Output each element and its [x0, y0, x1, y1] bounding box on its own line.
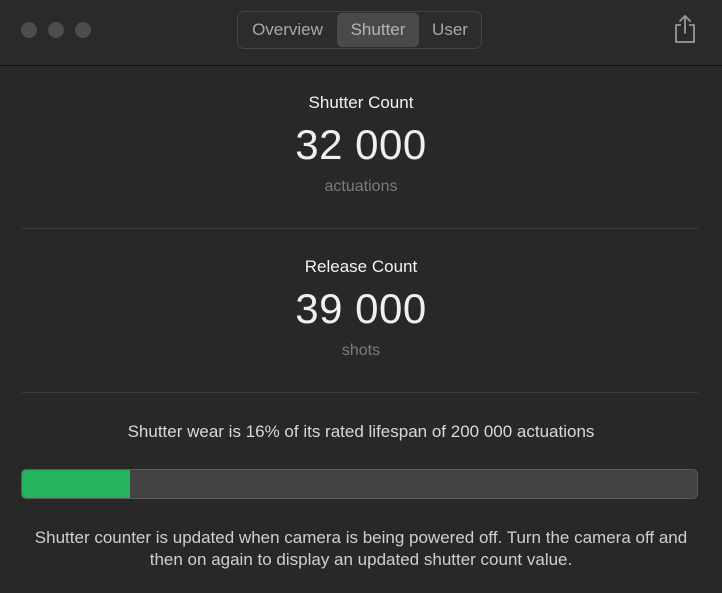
shutter-count-label: Shutter Count — [308, 93, 414, 112]
zoom-window-button[interactable] — [75, 22, 91, 38]
share-icon — [675, 15, 695, 43]
tab-user[interactable]: User — [419, 12, 481, 48]
shutter-wear-progress-bar — [21, 469, 698, 499]
tab-selector: Overview Shutter User — [237, 11, 482, 49]
shutter-counter-note: Shutter counter is updated when camera i… — [34, 528, 688, 569]
tab-shutter[interactable]: Shutter — [337, 13, 419, 47]
shutter-wear-text: Shutter wear is 16% of its rated lifespa… — [127, 422, 595, 441]
shutter-count-value: 32 000 — [295, 121, 427, 168]
divider — [22, 228, 698, 229]
close-window-button[interactable] — [21, 22, 37, 38]
divider — [22, 392, 698, 393]
title-bar: Overview Shutter User — [0, 0, 722, 66]
shutter-count-unit: actuations — [324, 178, 398, 195]
release-count-section: Release Count 39 000 shots — [0, 257, 722, 360]
release-count-label: Release Count — [304, 257, 418, 276]
tab-overview[interactable]: Overview — [238, 12, 337, 48]
release-count-value: 39 000 — [295, 285, 427, 332]
shutter-count-section: Shutter Count 32 000 actuations — [0, 93, 722, 196]
share-button[interactable] — [672, 13, 698, 45]
release-count-unit: shots — [341, 342, 381, 359]
minimize-window-button[interactable] — [48, 22, 64, 38]
shutter-wear-progress-fill — [22, 470, 130, 498]
